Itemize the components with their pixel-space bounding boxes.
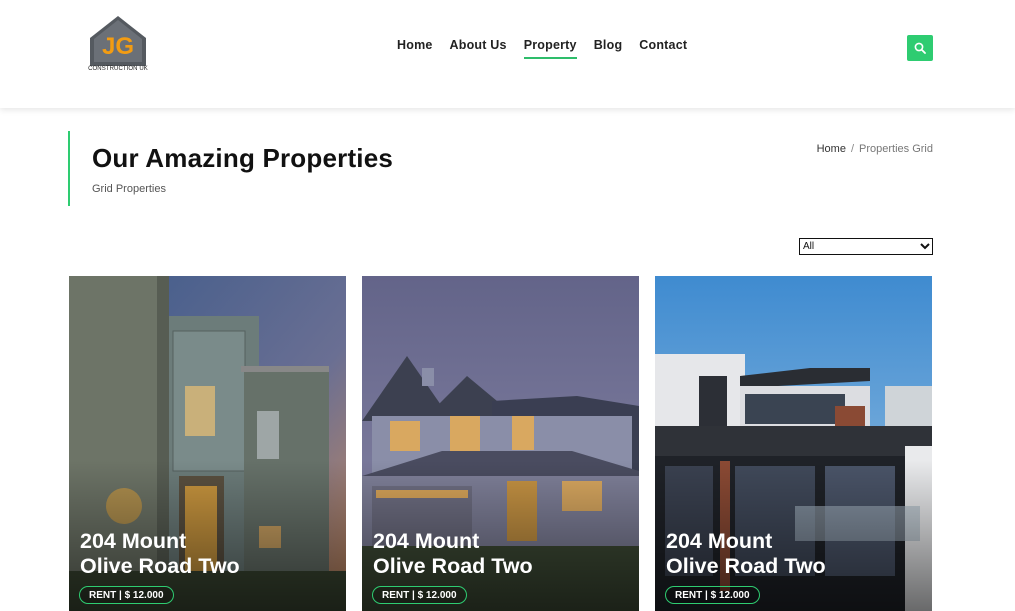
- property-title: 204 Mount Olive Road Two: [373, 529, 633, 579]
- property-title-line2: Olive Road Two: [80, 554, 240, 578]
- page-subtitle: Grid Properties: [92, 183, 166, 195]
- nav-property[interactable]: Property: [523, 38, 577, 59]
- property-filter-select[interactable]: All: [799, 238, 933, 255]
- nav-blog[interactable]: Blog: [594, 38, 623, 56]
- chevron-down-icon: [918, 239, 932, 254]
- property-title: 204 Mount Olive Road Two: [80, 529, 340, 579]
- property-card[interactable]: 204 Mount Olive Road Two RENT | $ 12.000: [69, 276, 346, 611]
- property-title-line1: 204 Mount: [666, 529, 773, 553]
- main-nav: Home About Us Property Blog Contact: [397, 38, 704, 59]
- property-title-line1: 204 Mount: [373, 529, 480, 553]
- property-title: 204 Mount Olive Road Two: [666, 529, 926, 579]
- price-badge: RENT | $ 12.000: [665, 586, 760, 604]
- nav-home[interactable]: Home: [397, 38, 433, 56]
- breadcrumb-home[interactable]: Home: [817, 143, 846, 155]
- breadcrumb-separator: /: [850, 143, 855, 155]
- property-title-line2: Olive Road Two: [373, 554, 533, 578]
- site-header: JG CONSTRUCTION UK Home About Us Propert…: [0, 0, 1015, 108]
- property-card[interactable]: 204 Mount Olive Road Two RENT | $ 12.000: [362, 276, 639, 611]
- property-title-line1: 204 Mount: [80, 529, 187, 553]
- logo-house-icon: JG: [90, 16, 146, 66]
- nav-contact[interactable]: Contact: [639, 38, 687, 56]
- page-title: Our Amazing Properties: [92, 143, 394, 173]
- property-card[interactable]: 204 Mount Olive Road Two RENT | $ 12.000: [655, 276, 932, 611]
- nav-about-us[interactable]: About Us: [450, 38, 507, 56]
- search-icon: [914, 42, 926, 54]
- logo-initials: JG: [102, 33, 134, 60]
- logo[interactable]: JG CONSTRUCTION UK: [88, 16, 148, 74]
- breadcrumb-current: Properties Grid: [859, 143, 933, 155]
- page-heading: Our Amazing Properties Grid Properties: [68, 131, 393, 206]
- filter-selected-value: All: [803, 241, 815, 252]
- search-button[interactable]: [907, 35, 933, 61]
- logo-caption: CONSTRUCTION UK: [88, 66, 148, 72]
- price-badge: RENT | $ 12.000: [372, 586, 467, 604]
- property-title-line2: Olive Road Two: [666, 554, 826, 578]
- breadcrumb: Home / Properties Grid: [817, 143, 933, 155]
- price-badge: RENT | $ 12.000: [79, 586, 174, 604]
